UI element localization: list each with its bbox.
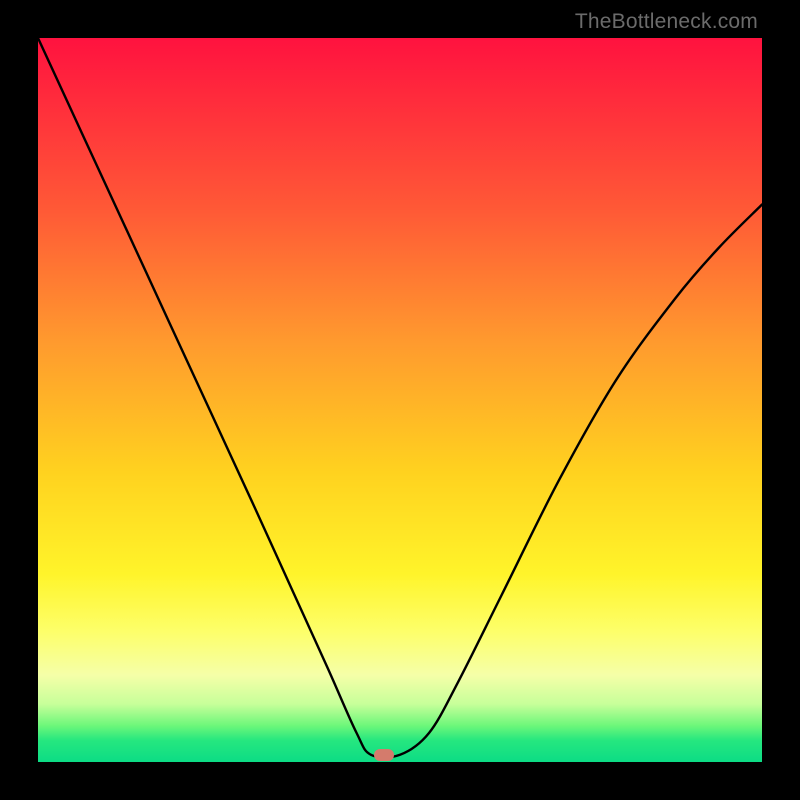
curve-layer bbox=[38, 38, 762, 762]
outer-frame: TheBottleneck.com bbox=[0, 0, 800, 800]
optimum-marker bbox=[374, 749, 394, 761]
bottleneck-curve bbox=[38, 38, 762, 758]
plot-area bbox=[38, 38, 762, 762]
watermark-text: TheBottleneck.com bbox=[575, 10, 758, 34]
